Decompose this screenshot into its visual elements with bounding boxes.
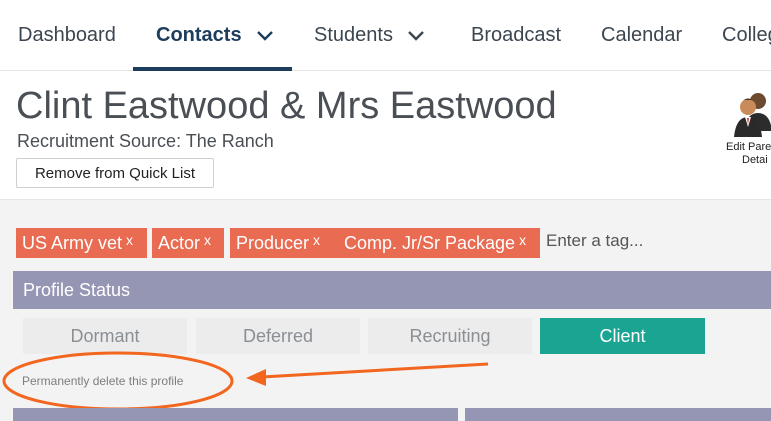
tag-producer: Producer x — [230, 228, 351, 258]
tag-remove-icon[interactable]: x — [204, 232, 211, 248]
tag-label: US Army vet — [22, 232, 123, 253]
tag-remove-icon[interactable]: x — [126, 232, 133, 248]
parents-people-icon — [732, 91, 771, 139]
nav-calendar[interactable]: Calendar — [601, 0, 682, 70]
status-recruiting-button[interactable]: Recruiting — [368, 318, 532, 354]
nav-students-label: Students — [314, 23, 393, 46]
chevron-down-icon[interactable] — [256, 26, 274, 44]
tag-remove-icon[interactable]: x — [313, 232, 320, 248]
tag-us-army-vet: US Army vet x — [16, 228, 147, 258]
profile-status-header: Profile Status — [13, 271, 771, 309]
tag-label: Actor — [158, 232, 201, 253]
tag-actor: Actor x — [152, 228, 224, 258]
annotation-arrow-head — [246, 369, 266, 386]
page-title: Clint Eastwood & Mrs Eastwood — [16, 85, 557, 127]
tag-comp-package: Comp. Jr/Sr Package x — [338, 228, 540, 258]
lower-panel-right-header — [465, 408, 771, 421]
status-deferred-button[interactable]: Deferred — [196, 318, 360, 354]
remove-quick-list-button[interactable]: Remove from Quick List — [16, 158, 214, 188]
lower-panel-left-header — [13, 408, 458, 421]
recruitment-source: Recruitment Source: The Ranch — [17, 131, 274, 151]
tag-input[interactable] — [546, 228, 726, 254]
nav-broadcast[interactable]: Broadcast — [471, 0, 561, 70]
nav-colleges-label: Colleg — [722, 23, 771, 46]
top-nav: Dashboard Contacts Students Broadcast Ca… — [0, 0, 771, 71]
profile-header: Clint Eastwood & Mrs Eastwood Recruitmen… — [0, 71, 771, 200]
tag-label: Comp. Jr/Sr Package — [344, 232, 516, 253]
tag-label: Producer — [236, 232, 310, 253]
nav-calendar-label: Calendar — [601, 23, 683, 46]
nav-contacts[interactable]: Contacts — [156, 0, 274, 70]
nav-broadcast-label: Broadcast — [471, 23, 562, 46]
nav-colleges[interactable]: Colleg — [722, 0, 771, 70]
nav-contacts-label: Contacts — [156, 23, 242, 46]
status-dormant-button[interactable]: Dormant — [23, 318, 187, 354]
edit-parent-label-2: Detai — [742, 154, 768, 166]
chevron-down-icon[interactable] — [407, 26, 425, 44]
edit-parent-label-1: Edit Pare — [726, 141, 771, 153]
nav-dashboard[interactable]: Dashboard — [18, 0, 116, 70]
annotation-arrow-line — [261, 362, 489, 379]
edit-parent-details-button[interactable]: Edit Pare Detai — [722, 91, 771, 167]
delete-profile-link[interactable]: Permanently delete this profile — [22, 374, 183, 388]
tag-remove-icon[interactable]: x — [519, 232, 526, 248]
nav-students[interactable]: Students — [314, 0, 425, 70]
status-client-button[interactable]: Client — [540, 318, 705, 354]
nav-dashboard-label: Dashboard — [18, 23, 116, 46]
